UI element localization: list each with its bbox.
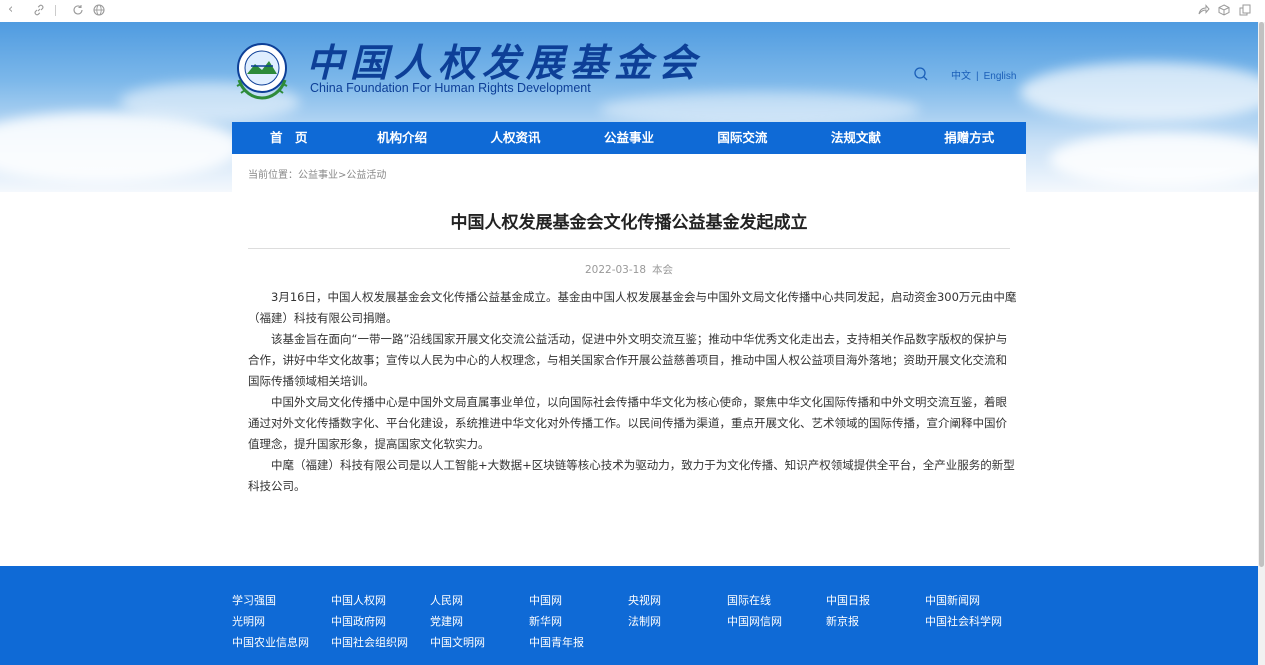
- nav-item-about[interactable]: 机构介绍: [345, 122, 458, 154]
- article-paragraph: 中麾（福建）科技有限公司是以人工智能+大数据+区块链等核心技术为驱动力，致力于为…: [248, 458, 1015, 493]
- language-switcher: 中文 | English: [951, 67, 1016, 82]
- footer-link[interactable]: 中国农业信息网: [232, 635, 331, 650]
- toolbar-divider: [55, 5, 56, 16]
- scrollbar-thumb[interactable]: [1259, 22, 1264, 567]
- footer-link[interactable]: 法制网: [628, 614, 727, 629]
- link-icon[interactable]: [33, 4, 45, 16]
- footer-link[interactable]: 中国青年报: [529, 635, 628, 650]
- footer-link[interactable]: 人民网: [430, 593, 529, 608]
- article-body: 3月16日，中国人权发展基金会文化传播公益基金成立。基金由中国人权发展基金会与中…: [248, 287, 1018, 497]
- article-meta: 2022-03-18 本会: [248, 262, 1010, 277]
- footer-link[interactable]: 新京报: [826, 614, 925, 629]
- nav-item-donate[interactable]: 捐赠方式: [913, 122, 1026, 154]
- main-nav: 首 页 机构介绍 人权资讯 公益事业 国际交流 法规文献 捐赠方式: [232, 122, 1026, 154]
- lang-separator: |: [976, 71, 979, 82]
- footer-link[interactable]: 中国网信网: [727, 614, 826, 629]
- copy-icon[interactable]: [1239, 4, 1251, 16]
- footer-link[interactable]: 中国网: [529, 593, 628, 608]
- browser-toolbar: ‹: [0, 0, 1265, 22]
- search-icon[interactable]: [913, 66, 929, 82]
- footer-link[interactable]: 光明网: [232, 614, 331, 629]
- cube-icon[interactable]: [1218, 4, 1230, 16]
- article-paragraph: 3月16日，中国人权发展基金会文化传播公益基金成立。基金由中国人权发展基金会与中…: [248, 290, 1017, 325]
- share-icon[interactable]: [1197, 4, 1210, 16]
- nav-item-charity[interactable]: 公益事业: [572, 122, 685, 154]
- lang-english-link[interactable]: English: [984, 71, 1017, 82]
- logo-english-name[interactable]: China Foundation For Human Rights Develo…: [310, 81, 591, 95]
- article-source: 本会: [652, 264, 674, 276]
- footer-link[interactable]: 中国新闻网: [925, 593, 1024, 608]
- article-date: 2022-03-18: [584, 264, 647, 276]
- nav-item-international[interactable]: 国际交流: [686, 122, 799, 154]
- article-paragraph: 中国外文局文化传播中心是中国外文局直属事业单位，以向国际社会传播中华文化为核心使…: [248, 395, 1007, 451]
- footer-link[interactable]: 中国社会科学网: [925, 614, 1024, 629]
- footer-link[interactable]: 新华网: [529, 614, 628, 629]
- footer-links: 学习强国 中国人权网 人民网 中国网 央视网 国际在线 中国日报 中国新闻网 光…: [232, 593, 1032, 650]
- footer-link[interactable]: 学习强国: [232, 593, 331, 608]
- foundation-emblem-icon[interactable]: [229, 40, 295, 102]
- footer-link[interactable]: 中国社会组织网: [331, 635, 430, 650]
- footer-link[interactable]: 国际在线: [727, 593, 826, 608]
- logo-chinese-name[interactable]: 中国人权发展基金会: [306, 42, 702, 84]
- footer-link[interactable]: 党建网: [430, 614, 529, 629]
- title-divider: [248, 248, 1010, 249]
- footer-link[interactable]: 央视网: [628, 593, 727, 608]
- footer-link[interactable]: 中国日报: [826, 593, 925, 608]
- refresh-icon[interactable]: [72, 4, 84, 16]
- back-icon[interactable]: ‹: [8, 3, 13, 17]
- footer-link[interactable]: 中国人权网: [331, 593, 430, 608]
- article-paragraph: 该基金旨在面向“一带一路”沿线国家开展文化交流公益活动，促进中外文明交流互鉴；推…: [248, 332, 1008, 388]
- breadcrumb[interactable]: 当前位置：公益事业>公益活动: [248, 166, 386, 181]
- nav-item-home[interactable]: 首 页: [232, 122, 345, 154]
- nav-item-news[interactable]: 人权资讯: [459, 122, 572, 154]
- globe-icon[interactable]: [93, 4, 105, 16]
- footer-link[interactable]: 中国文明网: [430, 635, 529, 650]
- lang-chinese-link[interactable]: 中文: [951, 71, 971, 82]
- article-title: 中国人权发展基金会文化传播公益基金发起成立: [450, 213, 808, 233]
- nav-item-regulations[interactable]: 法规文献: [799, 122, 912, 154]
- footer-link[interactable]: 中国政府网: [331, 614, 430, 629]
